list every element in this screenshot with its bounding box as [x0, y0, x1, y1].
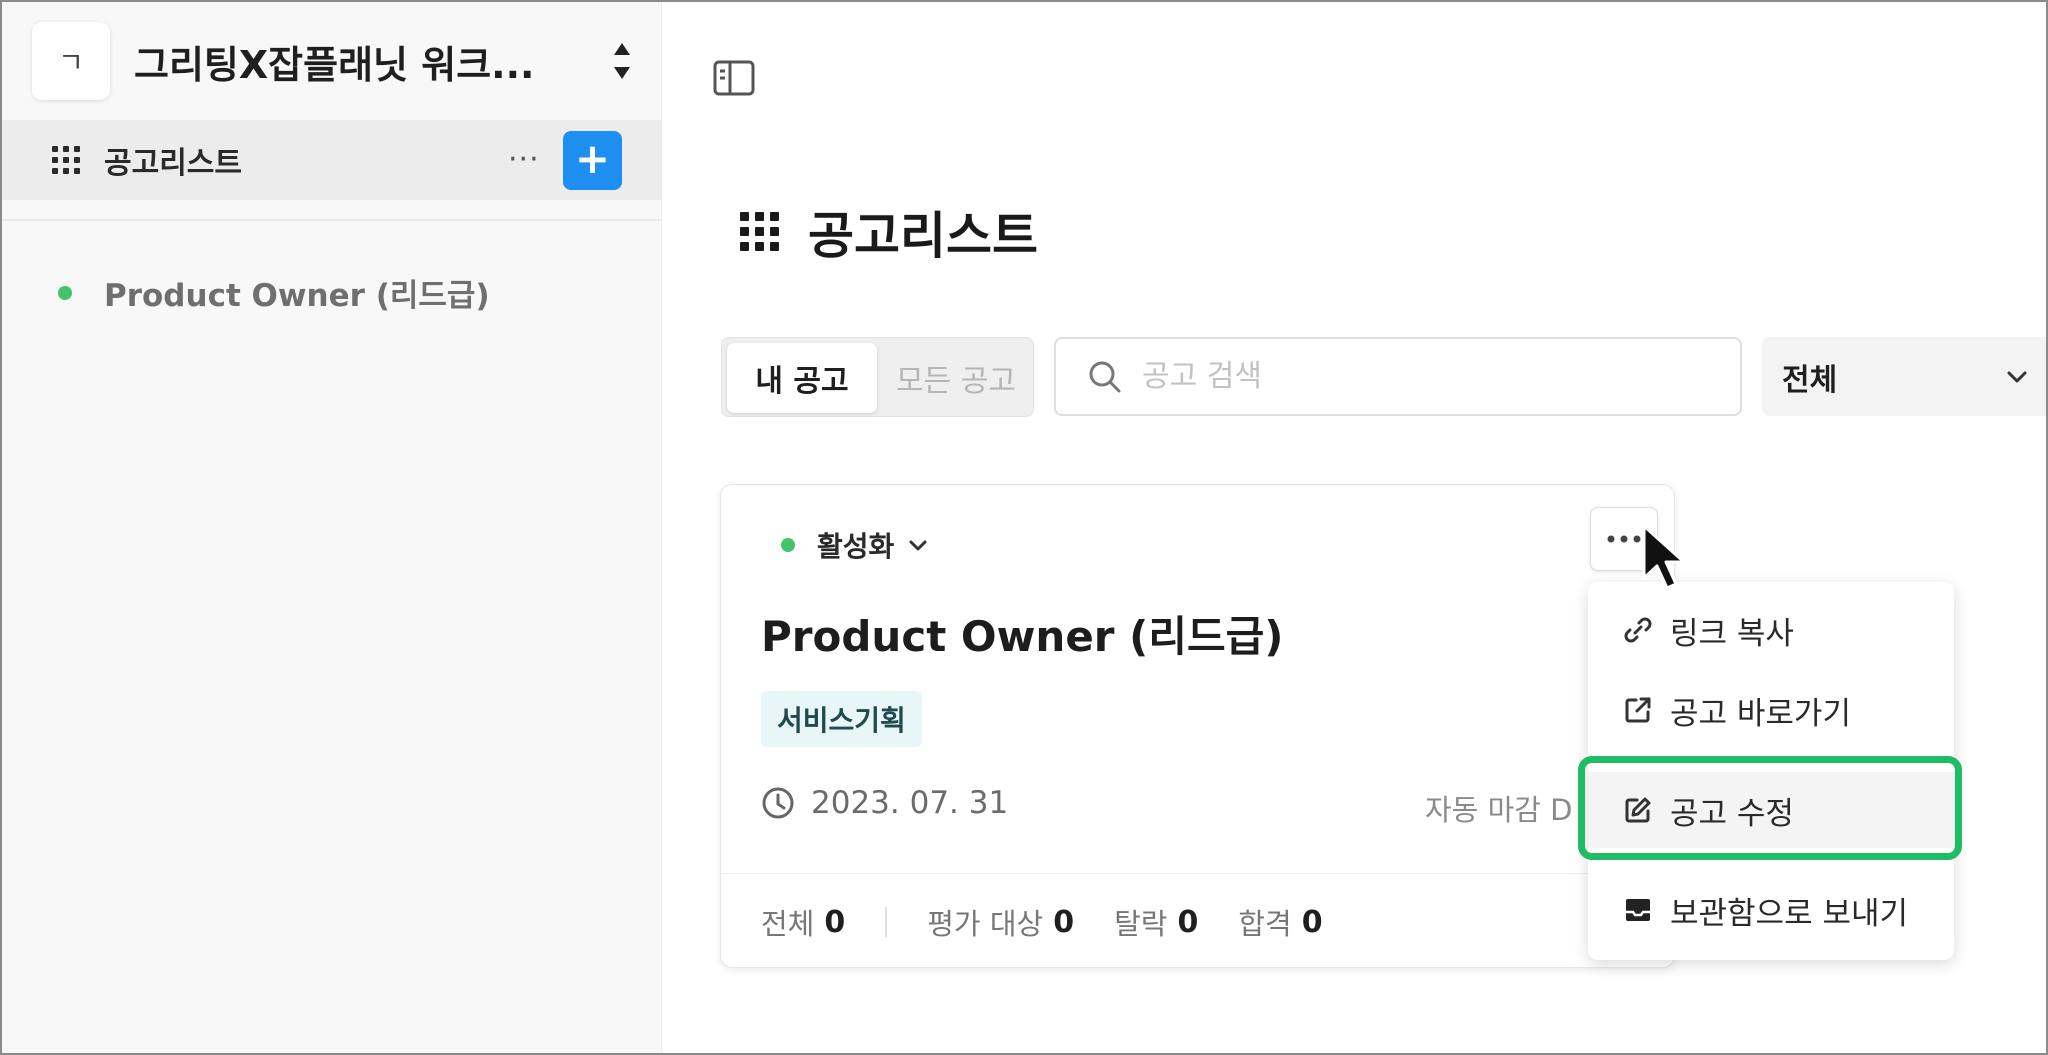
menu-item-label: 공고 바로가기 — [1670, 695, 1851, 732]
stat-label: 전체 — [761, 907, 815, 941]
stat-under-review[interactable]: 평가 대상 0 — [927, 901, 1074, 943]
job-posting-card[interactable]: 활성화 Product Owner (리드급) 서비스기획 2023. 07. … — [720, 484, 1676, 968]
chevron-down-icon — [2007, 371, 2027, 383]
grid-icon — [52, 146, 80, 174]
card-divider — [721, 873, 1676, 874]
stat-value: 0 — [1177, 904, 1199, 940]
stat-label: 평가 대상 — [927, 907, 1044, 941]
sidebar-item-job-list[interactable]: 공고리스트 ··· + — [0, 120, 662, 200]
workspace-title: 그리팅X잡플래닛 워크... — [134, 42, 535, 87]
status-label: 활성화 — [817, 530, 895, 563]
menu-item-label: 보관함으로 보내기 — [1670, 895, 1909, 932]
stat-divider — [885, 907, 888, 937]
posting-scope-toggle: 내 공고 모든 공고 — [721, 337, 1034, 417]
stat-label: 탈락 — [1114, 907, 1168, 941]
add-job-button[interactable]: + — [563, 131, 622, 190]
deadline-date: 2023. 07. 31 — [811, 785, 1009, 821]
search-box[interactable] — [1054, 337, 1742, 416]
stat-value: 0 — [1301, 904, 1323, 940]
archive-icon — [1626, 899, 1650, 921]
search-input[interactable] — [1142, 359, 1702, 394]
menu-item-go-to-posting[interactable]: 공고 바로가기 — [1588, 672, 1954, 748]
workspace-header[interactable]: ㄱ 그리팅X잡플래닛 워크... — [32, 21, 652, 101]
search-icon — [1089, 361, 1121, 392]
category-tag: 서비스기획 — [761, 691, 922, 747]
external-link-icon — [1625, 697, 1651, 723]
tab-my-postings[interactable]: 내 공고 — [727, 343, 877, 413]
more-dots-icon — [1607, 535, 1641, 543]
stat-label: 합격 — [1238, 907, 1292, 941]
workspace-avatar: ㄱ — [32, 22, 110, 100]
more-options-icon[interactable]: ··· — [508, 142, 540, 177]
sidebar: ㄱ 그리팅X잡플래닛 워크... 공고리스트 ··· + Product Own… — [0, 0, 662, 1055]
menu-item-label: 링크 복사 — [1670, 615, 1794, 652]
sidebar-job-label: Product Owner (리드급) — [104, 278, 490, 314]
sidebar-job-item[interactable]: Product Owner (리드급) — [58, 270, 490, 315]
mouse-cursor-icon — [1642, 524, 1686, 590]
active-status-dot — [58, 285, 72, 300]
sidebar-toggle-icon[interactable] — [712, 58, 756, 98]
filter-select[interactable]: 전체 — [1762, 337, 2048, 416]
sidebar-item-label: 공고리스트 — [104, 146, 242, 181]
grid-icon — [740, 212, 779, 251]
tab-all-postings[interactable]: 모든 공고 — [882, 343, 1030, 413]
active-status-dot — [781, 538, 795, 552]
deadline-row: 2023. 07. 31 — [761, 785, 1008, 821]
status-dropdown[interactable]: 활성화 — [781, 525, 930, 565]
stat-passed[interactable]: 합격 0 — [1238, 901, 1322, 943]
stat-value: 0 — [1053, 904, 1075, 940]
stat-rejected[interactable]: 탈락 0 — [1114, 901, 1198, 943]
filter-selected-value: 전체 — [1782, 362, 1838, 398]
clock-icon — [762, 787, 794, 819]
page-title-text: 공고리스트 — [808, 207, 1038, 265]
sidebar-divider — [0, 219, 662, 221]
chevron-down-icon — [909, 540, 927, 551]
link-icon — [1624, 617, 1652, 643]
highlight-box — [1578, 756, 1962, 860]
stat-total[interactable]: 전체 0 — [761, 901, 845, 943]
applicant-stats: 전체 0 평가 대상 0 탈락 0 합격 0 — [761, 901, 1363, 943]
card-title[interactable]: Product Owner (리드급) — [761, 603, 1283, 664]
menu-item-archive[interactable]: 보관함으로 보내기 — [1588, 872, 1954, 948]
stat-value: 0 — [824, 904, 846, 940]
menu-item-copy-link[interactable]: 링크 복사 — [1588, 592, 1954, 668]
workspace-switch-icon[interactable] — [610, 39, 634, 83]
page-title: 공고리스트 — [740, 196, 1038, 268]
